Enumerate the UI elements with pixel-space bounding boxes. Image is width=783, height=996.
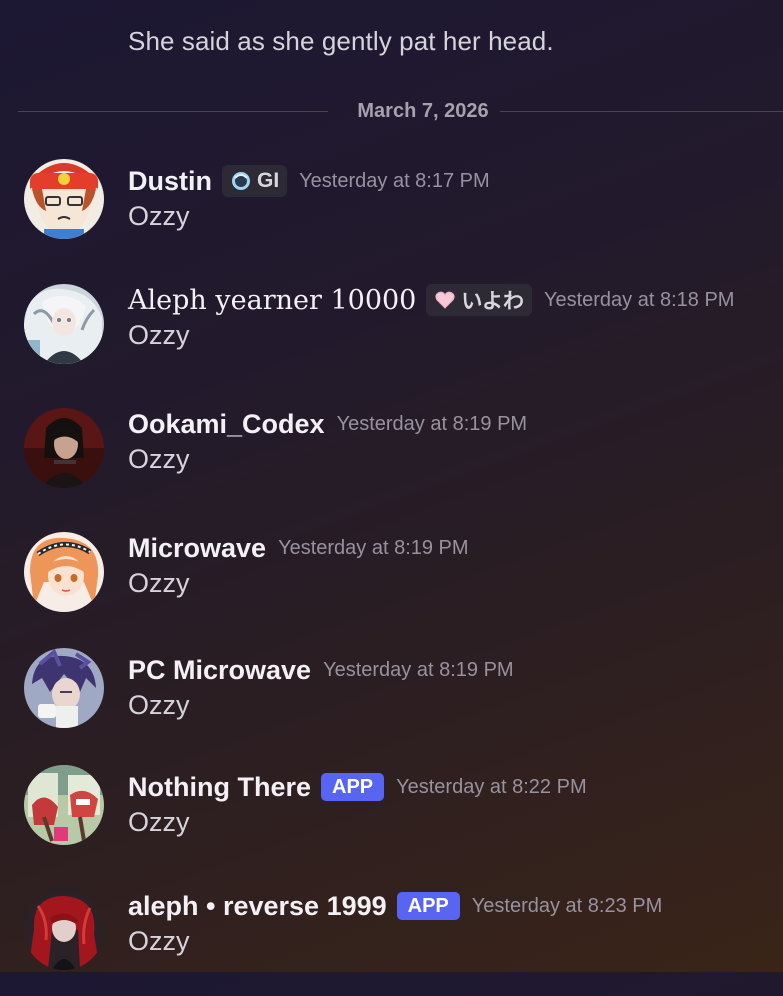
previous-message-text: She said as she gently pat her head. bbox=[128, 26, 554, 56]
username[interactable]: Dustin bbox=[128, 166, 212, 197]
message-content: Ozzy bbox=[128, 690, 190, 720]
avatar[interactable] bbox=[24, 532, 104, 612]
avatar[interactable] bbox=[24, 284, 104, 364]
avatar-image bbox=[24, 890, 104, 970]
username[interactable]: PC Microwave bbox=[128, 655, 311, 686]
message-header: Dustin GI Yesterday at 8:17 PM bbox=[128, 161, 490, 201]
avatar-image bbox=[24, 408, 104, 488]
message-header: Aleph yearner 10000 いよわ Yesterday at 8:1… bbox=[128, 280, 734, 320]
divider-line-left bbox=[18, 111, 328, 112]
username[interactable]: Nothing There bbox=[128, 772, 311, 803]
timestamp[interactable]: Yesterday at 8:22 PM bbox=[396, 776, 587, 799]
date-divider-label: March 7, 2026 bbox=[357, 100, 489, 122]
guild-tag-label: いよわ bbox=[461, 290, 524, 313]
avatar-image bbox=[24, 159, 104, 239]
guild-tag[interactable]: GI bbox=[222, 165, 288, 197]
guild-tag[interactable]: いよわ bbox=[426, 284, 532, 316]
avatar-image bbox=[24, 284, 104, 364]
avatar[interactable] bbox=[24, 765, 104, 845]
app-badge: APP bbox=[396, 892, 460, 920]
message-item[interactable]: Aleph yearner 10000 いよわ Yesterday at 8:1… bbox=[0, 280, 783, 390]
message-content: Ozzy bbox=[128, 444, 190, 474]
date-divider: March 7, 2026 bbox=[18, 96, 783, 126]
avatar[interactable] bbox=[24, 159, 104, 239]
avatar[interactable] bbox=[24, 890, 104, 970]
message-item[interactable]: Dustin GI Yesterday at 8:17 PM Ozzy bbox=[0, 159, 783, 271]
blue-orb-icon bbox=[232, 172, 250, 190]
divider-line-right bbox=[500, 111, 783, 112]
message-content: Ozzy bbox=[128, 926, 190, 956]
message-content: Ozzy bbox=[128, 201, 190, 231]
message-item[interactable]: Nothing There APP Yesterday at 8:22 PM O… bbox=[0, 765, 783, 877]
message-content: Ozzy bbox=[128, 320, 190, 350]
message-header: Microwave Yesterday at 8:19 PM bbox=[128, 528, 469, 568]
timestamp[interactable]: Yesterday at 8:19 PM bbox=[278, 537, 469, 560]
avatar-image bbox=[24, 648, 104, 728]
avatar[interactable] bbox=[24, 648, 104, 728]
message-item[interactable]: aleph • reverse 1999 APP Yesterday at 8:… bbox=[0, 886, 783, 996]
message-header: Nothing There APP Yesterday at 8:22 PM bbox=[128, 767, 587, 807]
username[interactable]: Microwave bbox=[128, 533, 266, 564]
message-item[interactable]: PC Microwave Yesterday at 8:19 PM Ozzy bbox=[0, 648, 783, 760]
timestamp[interactable]: Yesterday at 8:18 PM bbox=[544, 289, 735, 312]
timestamp[interactable]: Yesterday at 8:17 PM bbox=[299, 170, 490, 193]
message-item[interactable]: Ookami_Codex Yesterday at 8:19 PM Ozzy bbox=[0, 404, 783, 514]
timestamp[interactable]: Yesterday at 8:19 PM bbox=[323, 659, 514, 682]
message-header: PC Microwave Yesterday at 8:19 PM bbox=[128, 650, 514, 690]
avatar-image bbox=[24, 532, 104, 612]
message-header: Ookami_Codex Yesterday at 8:19 PM bbox=[128, 404, 527, 444]
message-item[interactable]: Microwave Yesterday at 8:19 PM Ozzy bbox=[0, 528, 783, 638]
message-content: Ozzy bbox=[128, 568, 190, 598]
username[interactable]: aleph • reverse 1999 bbox=[128, 891, 387, 922]
timestamp[interactable]: Yesterday at 8:23 PM bbox=[472, 895, 663, 918]
message-content: Ozzy bbox=[128, 807, 190, 837]
app-badge: APP bbox=[321, 773, 385, 801]
username[interactable]: Ookami_Codex bbox=[128, 409, 325, 440]
timestamp[interactable]: Yesterday at 8:19 PM bbox=[337, 413, 528, 436]
message-header: aleph • reverse 1999 APP Yesterday at 8:… bbox=[128, 886, 662, 926]
avatar-image bbox=[24, 765, 104, 845]
avatar[interactable] bbox=[24, 408, 104, 488]
pink-heart-icon bbox=[435, 291, 455, 309]
username[interactable]: Aleph yearner 10000 bbox=[128, 285, 416, 316]
guild-tag-label: GI bbox=[257, 169, 280, 192]
